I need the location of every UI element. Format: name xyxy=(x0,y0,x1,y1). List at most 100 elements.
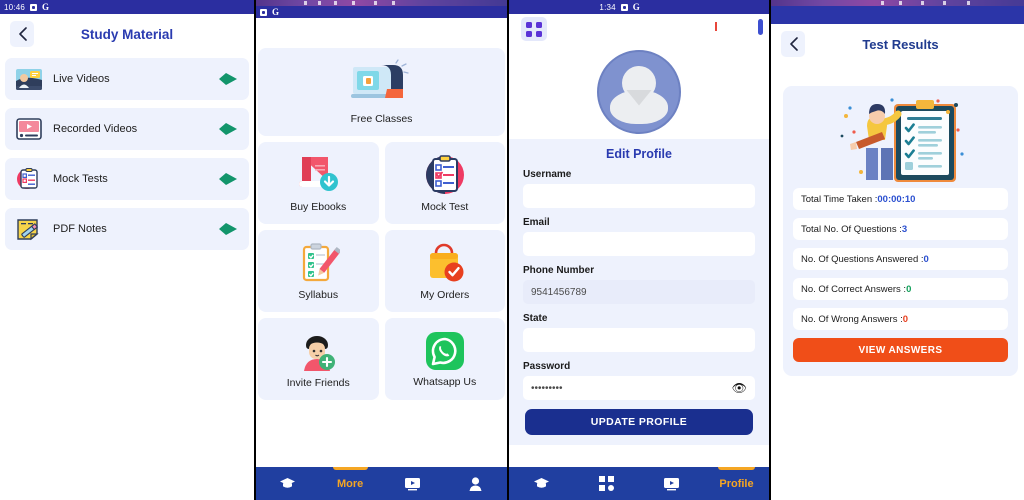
card-label: Free Classes xyxy=(350,113,413,125)
list-item-label: Live Videos xyxy=(53,73,110,85)
stat-row-correct-answers: No. Of Correct Answers : 0 xyxy=(793,278,1008,300)
bottom-nav: More xyxy=(256,467,507,500)
field-label-username: Username xyxy=(523,169,572,180)
card-mock-test[interactable]: Mock Test xyxy=(384,142,505,224)
card-my-orders[interactable]: My Orders xyxy=(384,230,505,312)
field-label-phone: Phone Number xyxy=(523,265,595,276)
list-item-mock-tests[interactable]: Mock Tests xyxy=(5,158,249,200)
grid-apps-icon xyxy=(526,21,532,28)
stat-label: No. Of Questions Answered : xyxy=(801,253,924,265)
avatar[interactable] xyxy=(597,49,681,134)
card-label: Whatsapp Us xyxy=(413,376,477,388)
video-monitor-icon xyxy=(405,477,421,490)
screenshot-root: 10:46 G Study Material Live Videos Recor… xyxy=(0,0,1024,500)
list-item-pdf-notes[interactable]: PDF Notes xyxy=(5,208,249,250)
card-invite-friends[interactable]: Invite Friends xyxy=(258,318,379,400)
syllabus-pencil-icon xyxy=(303,243,341,282)
status-bar xyxy=(771,6,1024,24)
view-answers-button[interactable]: VIEW ANSWERS xyxy=(793,338,1008,362)
eye-icon[interactable]: 👁 xyxy=(732,381,747,395)
card-label: My Orders xyxy=(420,289,470,301)
stat-value: 0 xyxy=(923,253,929,265)
form-title: Edit Profile xyxy=(606,147,672,161)
status-bar: 1:34 G xyxy=(509,0,769,14)
bottom-nav: Profile xyxy=(509,467,769,500)
nav-item-classes[interactable] xyxy=(256,467,319,500)
card-label: Buy Ebooks xyxy=(290,201,347,213)
chevron-left-icon xyxy=(18,27,27,41)
video-monitor-icon xyxy=(664,477,679,490)
stat-label: Total No. Of Questions : xyxy=(801,223,902,235)
profile-top-bar xyxy=(509,14,769,44)
nav-item-more[interactable] xyxy=(574,467,639,500)
stat-value: 00:00:10 xyxy=(877,193,916,205)
card-free-classes[interactable]: Free Classes xyxy=(258,48,505,136)
stat-row-questions-answered: No. Of Questions Answered : 0 xyxy=(793,248,1008,270)
arrow-right-icon[interactable] xyxy=(217,70,239,88)
field-label-email: Email xyxy=(523,217,550,228)
g-icon: G xyxy=(42,2,50,12)
graduation-cap-icon xyxy=(534,478,549,488)
results-card: Total Time Taken : 00:00:10 Total No. Of… xyxy=(783,86,1018,376)
phone-input[interactable]: 9541456789 xyxy=(523,280,755,304)
nav-item-videos[interactable] xyxy=(639,467,704,500)
person-icon xyxy=(469,476,482,491)
nav-item-profile[interactable]: Profile xyxy=(704,467,769,500)
list-item-recorded-videos[interactable]: Recorded Videos xyxy=(5,108,249,150)
app-top-bar xyxy=(256,18,507,48)
arrow-right-icon[interactable] xyxy=(217,120,239,138)
field-label-state: State xyxy=(523,313,548,324)
square-icon xyxy=(620,3,628,11)
card-label: Invite Friends xyxy=(286,377,350,389)
list-item-label: Mock Tests xyxy=(53,173,108,185)
nav-item-profile[interactable] xyxy=(444,467,507,500)
study-material-list: Live Videos Recorded Videos Mock Tests P… xyxy=(0,54,254,254)
nav-item-more[interactable]: More xyxy=(319,467,382,500)
field-label-password: Password xyxy=(523,361,571,372)
email-input[interactable] xyxy=(523,232,755,256)
nav-item-label: More xyxy=(336,477,364,490)
stat-label: No. Of Wrong Answers : xyxy=(801,313,903,325)
password-input[interactable]: ••••••••• 👁 xyxy=(523,376,755,400)
back-button[interactable] xyxy=(10,21,34,47)
g-icon: G xyxy=(272,7,280,17)
username-input[interactable] xyxy=(523,184,755,208)
recorded-videos-icon xyxy=(16,118,42,140)
grid-apps-button[interactable] xyxy=(521,17,547,41)
clipboard-check-icon xyxy=(425,155,464,194)
scrollbar-thumb[interactable] xyxy=(758,19,763,35)
panel-home-grid: G Free Classes Buy Ebooks Mock Test Syll… xyxy=(256,0,507,500)
list-item-live-videos[interactable]: Live Videos xyxy=(5,58,249,100)
nav-item-classes[interactable] xyxy=(509,467,574,500)
list-item-label: PDF Notes xyxy=(53,223,107,235)
panel-study-material: 10:46 G Study Material Live Videos Recor… xyxy=(0,0,254,500)
state-input[interactable] xyxy=(523,328,755,352)
edit-profile-form: Edit Profile Username Email Phone Number… xyxy=(509,139,769,445)
g-icon: G xyxy=(632,2,640,12)
square-icon xyxy=(260,8,267,16)
update-profile-button[interactable]: UPDATE PROFILE xyxy=(525,409,753,435)
mock-tests-icon xyxy=(17,168,38,189)
home-grid: Free Classes Buy Ebooks Mock Test Syllab… xyxy=(256,48,507,400)
card-label: Mock Test xyxy=(421,201,469,213)
live-videos-icon xyxy=(16,69,42,90)
page-title: Test Results xyxy=(862,36,939,52)
grid-apps-icon xyxy=(599,476,614,491)
card-whatsapp-us[interactable]: Whatsapp Us xyxy=(384,318,505,400)
free-classes-icon xyxy=(350,59,409,98)
arrow-right-icon[interactable] xyxy=(217,220,239,238)
password-value: ••••••••• xyxy=(531,382,563,394)
nav-item-videos[interactable] xyxy=(382,467,445,500)
header: Test Results xyxy=(771,24,1024,64)
panel-test-results: Test Results Total Time Taken: 00:00:10… xyxy=(771,0,1024,500)
card-syllabus[interactable]: Syllabus xyxy=(258,230,379,312)
invite-friend-icon xyxy=(304,336,336,371)
panel-edit-profile: 1:34 G Edit Profile Username Email Phone… xyxy=(509,0,769,500)
card-buy-ebooks[interactable]: Buy Ebooks xyxy=(258,142,379,224)
stat-value: 0 xyxy=(906,283,912,295)
arrow-right-icon[interactable] xyxy=(217,170,239,188)
status-bar: G xyxy=(256,6,507,18)
stat-value: 0 xyxy=(902,313,909,325)
status-time: 1:34 xyxy=(599,2,616,12)
page-title: Study Material xyxy=(80,26,174,42)
